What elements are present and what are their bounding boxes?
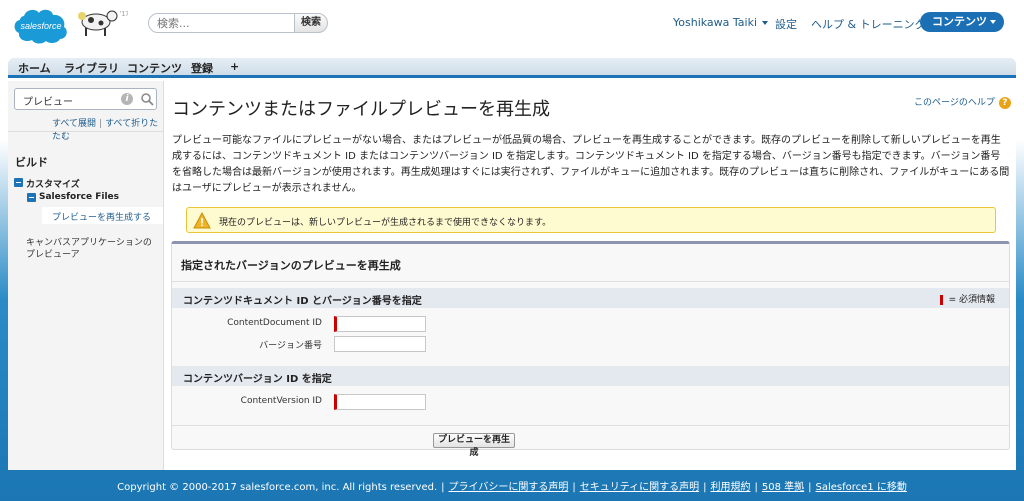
chevron-down-icon [762,21,769,25]
sidebar-divider [8,131,164,132]
content-version-id-input[interactable] [334,394,426,410]
warning-message: 現在のプレビューは、新しいプレビューが生成されるまで使用できなくなります。 [186,207,996,233]
terms-link[interactable]: 利用規約 [711,482,751,493]
tab-add-plus[interactable]: + [230,60,239,73]
app-menu-label: コンテンツ [932,15,987,28]
page-description: プレビュー可能なファイルにプレビューがない場合、またはプレビューが低品質の場合、… [172,135,1010,194]
mascot-icon: '17 [78,10,128,36]
regenerate-preview-button[interactable]: プレビューを再生成 [433,433,515,458]
user-menu[interactable]: Yoshikawa Taiki [673,16,769,29]
tab-content[interactable]: コンテンツ [127,60,182,76]
warning-icon [193,212,211,229]
main-frame: プレビュー i すべて展開 | すべて折りたたむ ビルド カスタマイズ Salesf… [8,81,1016,470]
help-for-page-link[interactable]: このページのヘルプ? [914,95,1011,109]
help-icon: ? [998,96,1011,109]
global-header: salesforce '17 検索 Yoshikawa Taiki 設定 ヘルプ… [0,0,1024,58]
tab-home[interactable]: ホーム [18,60,51,76]
help-training-link[interactable]: ヘルプ & トレーニング [811,16,926,32]
content-version-id-label: ContentVersion ID [240,396,322,406]
regenerate-panel: 指定されたバージョンのプレビューを再生成 コンテンツドキュメント ID とバージ… [171,241,1010,458]
panel-title: 指定されたバージョンのプレビューを再生成 [181,259,401,272]
svg-text:salesforce: salesforce [20,21,61,31]
section-title: コンテンツバージョン ID を指定 [183,374,332,385]
quick-find-input[interactable]: プレビュー [23,93,73,108]
expand-collapse-links: すべて展開 | すべて折りたたむ [52,119,159,142]
expand-all-link[interactable]: すべて展開 [52,119,96,129]
security-link[interactable]: セキュリティに関する声明 [580,482,699,493]
section-title: コンテンツドキュメント ID とバージョン番号を指定 [183,296,422,307]
info-icon[interactable]: i [121,93,133,105]
warning-text: 現在のプレビューは、新しいプレビューが生成されるまで使用できなくなります。 [219,218,552,228]
help-link-label: このページのヘルプ [914,98,995,108]
chevron-down-icon [990,20,996,24]
user-name: Yoshikawa Taiki [673,16,758,29]
copyright-text: Copyright © 2000-2017 salesforce.com, in… [117,482,438,493]
setup-link[interactable]: 設定 [775,16,797,32]
sidebar-item-canvas-previewer[interactable]: キャンバスアプリケーションのプレビューア [26,237,156,261]
sidebar-item-regenerate-previews[interactable]: プレビューを再生成する [42,207,163,224]
required-indicator-icon [939,294,943,305]
search-icon[interactable] [140,92,154,106]
tab-library[interactable]: ライブラリ [64,60,119,76]
collapse-toggle-icon[interactable] [27,193,36,202]
privacy-link[interactable]: プライバシーに関する声明 [449,482,569,493]
content-document-id-input[interactable] [334,316,426,332]
page-title: コンテンツまたはファイルプレビューを再生成 [172,99,550,120]
508-compliance-link[interactable]: 508 準拠 [762,482,804,493]
footer: Copyright © 2000-2017 salesforce.com, in… [117,482,907,493]
version-number-input[interactable] [334,336,426,352]
section-version-id: コンテンツバージョン ID を指定 [172,366,1009,386]
sidebar-item-label: プレビューを再生成する [52,213,152,223]
panel-divider [172,425,1009,426]
app-menu-button[interactable]: コンテンツ [920,12,1004,32]
content-document-id-label: ContentDocument ID [227,318,322,328]
setup-sidebar: プレビュー i すべて展開 | すべて折りたたむ ビルド カスタマイズ Salesf… [8,81,164,470]
global-search: 検索 [148,13,328,33]
panel-divider [172,281,1009,282]
salesforce1-link[interactable]: Salesforce1 に移動 [816,482,907,493]
main-content: コンテンツまたはファイルプレビューを再生成 このページのヘルプ? プレビュー可能… [164,81,1016,470]
global-search-button[interactable]: 検索 [294,13,328,33]
tab-bar: ホーム ライブラリ コンテンツ 登録 + [8,58,1016,78]
global-search-input[interactable] [148,13,296,33]
section-document-id: コンテンツドキュメント ID とバージョン番号を指定 = 必須情報 [172,288,1009,308]
required-legend: = 必須情報 [939,292,995,305]
version-number-label: バージョン番号 [259,341,322,351]
quick-find-box[interactable]: プレビュー i [14,88,157,110]
required-legend-text: = 必須情報 [948,295,995,305]
salesforce-logo[interactable]: salesforce [10,6,72,46]
build-heading: ビルド [15,156,48,169]
tab-subscriptions[interactable]: 登録 [191,60,213,76]
collapse-toggle-icon[interactable] [14,178,23,187]
svg-text:'17: '17 [120,11,128,18]
sidebar-item-salesforce-files[interactable]: Salesforce Files [39,192,119,202]
sidebar-item-customize[interactable]: カスタマイズ [26,177,80,190]
